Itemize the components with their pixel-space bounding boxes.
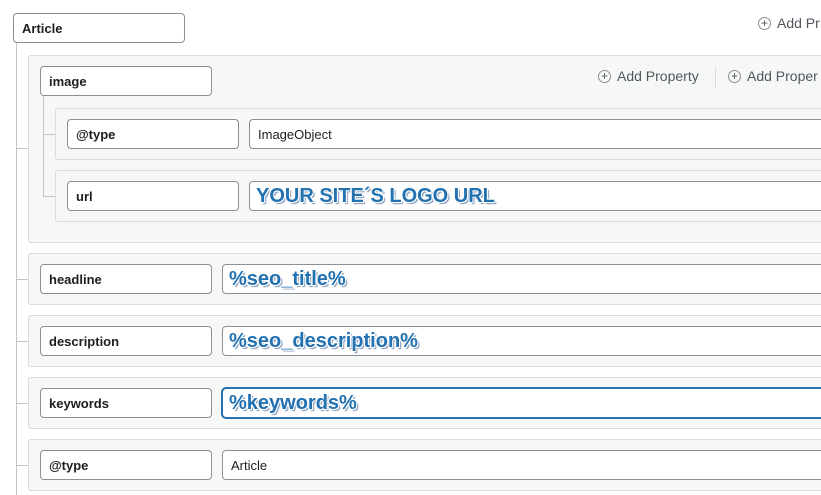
value-text: %keywords% (229, 391, 357, 414)
value-text: Article (231, 457, 268, 473)
key-text: @type (76, 126, 116, 142)
tree-branch (43, 196, 55, 197)
key-text: @type (49, 457, 89, 473)
tree-branch (16, 148, 28, 149)
keywords-key-field[interactable]: keywords (40, 388, 212, 418)
key-text: headline (49, 271, 102, 287)
description-value-field[interactable]: %seo_description% (222, 326, 821, 356)
description-key-field[interactable]: description (40, 326, 212, 356)
root-add-property-button[interactable]: + Add Pr (758, 15, 820, 31)
value-text: ImageObject (258, 126, 332, 142)
plus-circle-icon: + (598, 69, 611, 83)
headline-key-field[interactable]: headline (40, 264, 212, 294)
root-add-property-label: Add Pr (777, 15, 820, 31)
tree-branch (16, 465, 28, 466)
image-add-property-label: Add Property (617, 68, 699, 84)
key-text: keywords (49, 395, 109, 411)
tree-branch (43, 134, 55, 135)
tree-branch (16, 279, 28, 280)
toolbar-separator (715, 68, 716, 88)
image-url-key-field[interactable]: url (67, 181, 239, 211)
tree-branch (16, 341, 28, 342)
headline-value-field[interactable]: %seo_title% (222, 264, 821, 294)
keywords-value-field[interactable]: %keywords% (222, 388, 821, 418)
image-type-key-field[interactable]: @type (67, 119, 239, 149)
root-key-text: Article (22, 20, 63, 36)
image-add-property-label-2: Add Proper (747, 68, 818, 84)
image-add-property-button-2[interactable]: + Add Proper (728, 68, 818, 84)
type-key-field[interactable]: @type (40, 450, 212, 480)
image-url-value-field[interactable]: YOUR SITE´S LOGO URL (249, 181, 821, 211)
image-key-field[interactable]: image (40, 66, 212, 96)
key-text: description (49, 333, 120, 349)
tree-line-root (16, 43, 17, 495)
image-key-text: image (49, 73, 87, 89)
tree-branch (16, 403, 28, 404)
value-text: %seo_title% (229, 267, 346, 290)
root-key-field[interactable]: Article (13, 13, 185, 43)
plus-circle-icon: + (758, 16, 771, 30)
tree-line-image (43, 96, 44, 196)
image-type-value-field[interactable]: ImageObject (249, 119, 821, 149)
image-add-property-button[interactable]: + Add Property (598, 68, 699, 84)
value-text: YOUR SITE´S LOGO URL (256, 184, 495, 207)
type-value-field[interactable]: Article (222, 450, 821, 480)
key-text: url (76, 188, 93, 204)
value-text: %seo_description% (229, 329, 418, 352)
plus-circle-icon: + (728, 69, 741, 83)
